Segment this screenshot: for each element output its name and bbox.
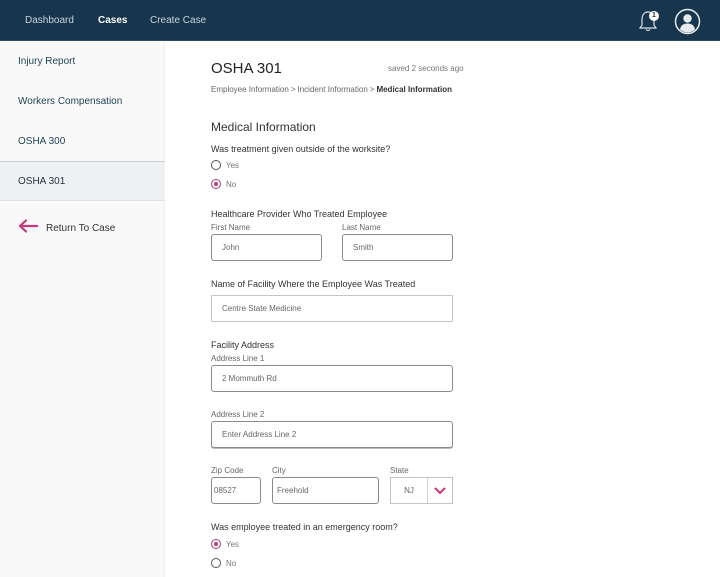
page-title: OSHA 301 — [211, 60, 282, 77]
address-line1-field[interactable]: 2 Mommuth Rd — [211, 365, 453, 392]
radio-label: No — [226, 558, 237, 568]
address-line1-label: Address Line 1 — [211, 354, 265, 363]
return-to-case-label: Return To Case — [46, 222, 116, 234]
radio-outside-yes[interactable]: Yes — [211, 160, 239, 170]
question-treatment-outside: Was treatment given outside of the works… — [211, 144, 391, 154]
notification-badge: 1 — [649, 11, 659, 21]
city-label: City — [272, 466, 286, 475]
radio-outside-no[interactable]: No — [211, 179, 236, 189]
sidebar: Injury Report Workers Compensation OSHA … — [0, 42, 165, 577]
zip-code-field[interactable]: 08527 — [211, 477, 261, 504]
arrow-left-icon — [18, 218, 39, 238]
nav-cases[interactable]: Cases — [98, 15, 127, 26]
city-field[interactable]: Freehold — [272, 477, 379, 504]
return-to-case-link[interactable]: Return To Case — [18, 218, 115, 238]
radio-checked-icon — [211, 539, 221, 549]
sidebar-item-injury-report[interactable]: Injury Report — [0, 42, 165, 82]
last-name-label: Last Name — [342, 223, 381, 232]
radio-checked-icon — [211, 179, 221, 189]
last-name-field[interactable]: Smith — [342, 234, 453, 261]
zip-code-label: Zip Code — [211, 466, 244, 475]
breadcrumb-medical-information: Medical Information — [376, 85, 452, 94]
first-name-field[interactable]: John — [211, 234, 322, 261]
first-name-label: First Name — [211, 223, 251, 232]
sidebar-item-osha-300[interactable]: OSHA 300 — [0, 122, 165, 162]
radio-label: No — [226, 179, 237, 189]
state-select-value: NJ — [391, 478, 428, 503]
section-title: Medical Information — [211, 120, 316, 134]
provider-label: Healthcare Provider Who Treated Employee — [211, 209, 388, 219]
user-avatar-icon[interactable] — [674, 8, 701, 35]
breadcrumb-incident-information[interactable]: Incident Information — [298, 85, 368, 94]
radio-er-yes[interactable]: Yes — [211, 539, 239, 549]
question-emergency-room: Was employee treated in an emergency roo… — [211, 522, 398, 532]
nav-dashboard[interactable]: Dashboard — [25, 15, 74, 26]
chevron-down-icon[interactable] — [428, 478, 452, 503]
radio-unchecked-icon — [211, 558, 221, 568]
address-line2-label: Address Line 2 — [211, 410, 265, 419]
radio-label: Yes — [226, 160, 240, 170]
state-select[interactable]: NJ — [390, 477, 453, 504]
sidebar-item-workers-compensation[interactable]: Workers Compensation — [0, 82, 165, 122]
nav-create-case[interactable]: Create Case — [150, 15, 206, 26]
facility-name-field[interactable]: Centre State Medicine — [211, 295, 453, 322]
state-label: State — [390, 466, 409, 475]
saved-status: saved 2 seconds ago — [388, 64, 464, 73]
sidebar-item-osha-301[interactable]: OSHA 301 — [0, 161, 165, 201]
facility-name-label: Name of Facility Where the Employee Was … — [211, 279, 416, 289]
top-navigation-bar: Dashboard Cases Create Case 1 — [0, 0, 720, 41]
facility-address-label: Facility Address — [211, 340, 275, 350]
address-line2-field[interactable]: Enter Address Line 2 — [211, 421, 453, 448]
breadcrumb: Employee Information > Incident Informatio… — [211, 85, 452, 94]
breadcrumb-separator: > — [369, 85, 375, 94]
breadcrumb-separator: > — [290, 85, 296, 94]
radio-unchecked-icon — [211, 160, 221, 170]
radio-label: Yes — [226, 539, 240, 549]
radio-er-no[interactable]: No — [211, 558, 236, 568]
breadcrumb-employee-information[interactable]: Employee Information — [211, 85, 289, 94]
